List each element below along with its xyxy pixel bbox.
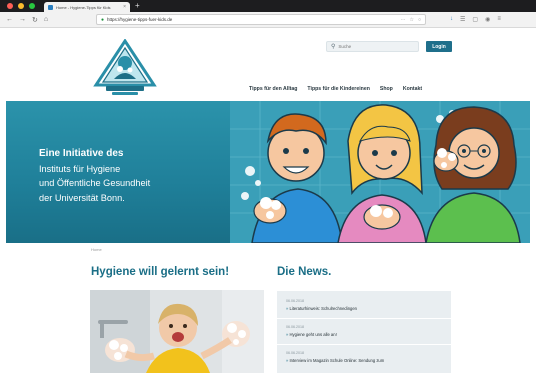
- hero-illustration: [230, 101, 530, 243]
- news-title[interactable]: Literaturhinweis: Schulrechnedingen: [290, 306, 358, 311]
- window-controls: [0, 3, 44, 9]
- hero-line-4: der Universität Bonn.: [39, 192, 125, 203]
- reader-view-icon[interactable]: ○: [418, 17, 421, 23]
- maximize-window-button[interactable]: [29, 3, 35, 9]
- breadcrumb[interactable]: Home: [91, 247, 102, 252]
- search-icon[interactable]: ⚲: [331, 43, 335, 50]
- search-box[interactable]: ⚲: [326, 41, 419, 52]
- nav-item-shop[interactable]: Shop: [380, 86, 393, 92]
- section-heading-news: Die News.: [277, 266, 332, 278]
- browser-toolbar: ← → ↻ ⌂ ● https://hygiene-tipps-fuer-kid…: [0, 12, 536, 28]
- browser-tab[interactable]: Home - Hygiene-Tipps für Kids ×: [44, 2, 130, 12]
- tab-title: Home - Hygiene-Tipps für Kids: [56, 4, 111, 10]
- news-date: 06.06.2018: [286, 299, 304, 303]
- hero-line-2: Instituts für Hygiene: [39, 163, 121, 174]
- page-actions-icon[interactable]: ⋯: [400, 17, 405, 23]
- news-date: 06.06.2018: [286, 325, 304, 329]
- nav-item-kontakt[interactable]: Kontakt: [403, 86, 422, 92]
- news-item[interactable]: 06.06.2018 » Hygiene geht uns alle an!: [286, 325, 337, 337]
- search-input[interactable]: [338, 44, 414, 49]
- address-bar[interactable]: ● https://hygiene-tipps-fuer-kids.de ⋯ ☆…: [96, 14, 426, 25]
- reload-icon[interactable]: ↻: [32, 16, 38, 24]
- lock-icon: ●: [101, 16, 105, 23]
- sidebar-icon[interactable]: ▢: [472, 16, 478, 23]
- extension-icon[interactable]: ◉: [485, 16, 490, 23]
- news-title[interactable]: Hygiene geht uns alle an!: [290, 332, 337, 337]
- nav-item-kindereinen[interactable]: Tipps für die Kindereinen: [307, 86, 369, 92]
- hero-line-1: Eine Initiative des: [39, 148, 124, 159]
- hero-line-3: und Öffentliche Gesundheit: [39, 178, 151, 188]
- hero-text: Eine Initiative des Instituts für Hygien…: [39, 147, 150, 205]
- news-item[interactable]: 06.06.2018 » Literaturhinweis: Schulrech…: [286, 299, 357, 311]
- download-icon[interactable]: ↓: [450, 16, 453, 23]
- hero-banner: Eine Initiative des Instituts für Hygien…: [6, 101, 530, 243]
- new-tab-button[interactable]: +: [135, 0, 140, 12]
- bookmark-star-icon[interactable]: ☆: [409, 17, 413, 23]
- url-text[interactable]: https://hygiene-tipps-fuer-kids.de: [107, 17, 397, 22]
- nav-item-alltag[interactable]: Tipps für den Alltag: [249, 86, 297, 92]
- child-washing-hands-photo: [90, 290, 264, 373]
- site-favicon-icon: [48, 4, 53, 10]
- site-header: ⚲ Login Tipps für den Alltag Tipps für d…: [0, 29, 536, 101]
- news-divider: [277, 318, 451, 319]
- news-divider: [277, 344, 451, 345]
- login-button[interactable]: Login: [426, 41, 452, 52]
- news-panel: 06.06.2018 » Literaturhinweis: Schulrech…: [277, 291, 451, 373]
- minimize-window-button[interactable]: [18, 3, 24, 9]
- back-arrow-icon[interactable]: ←: [6, 16, 13, 24]
- menu-icon[interactable]: ≡: [497, 16, 501, 23]
- site-logo[interactable]: [92, 39, 158, 99]
- close-window-button[interactable]: [7, 3, 13, 9]
- section-heading-hygiene: Hygiene will gelernt sein!: [91, 266, 230, 278]
- library-icon[interactable]: ☰: [460, 16, 465, 23]
- browser-tab-bar: Home - Hygiene-Tipps für Kids × +: [0, 0, 536, 12]
- news-item[interactable]: 06.06.2018 » Interview im Magazin Schule…: [286, 351, 384, 363]
- news-date: 06.06.2018: [286, 351, 304, 355]
- tab-close-icon[interactable]: ×: [123, 4, 126, 10]
- news-title[interactable]: Interview im Magazin Schule Online: Send…: [290, 358, 385, 363]
- home-icon[interactable]: ⌂: [44, 16, 48, 24]
- main-navigation: Tipps für den Alltag Tipps für die Kinde…: [249, 86, 422, 92]
- forward-arrow-icon[interactable]: →: [19, 16, 26, 24]
